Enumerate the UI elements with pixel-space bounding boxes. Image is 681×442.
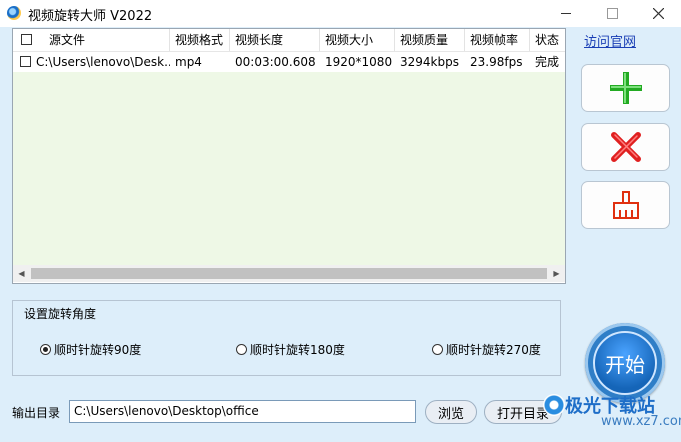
rotate-90-label: 顺时针旋转90度 <box>54 343 142 357</box>
column-header-fps[interactable]: 视频帧率 <box>465 29 530 51</box>
column-header-quality[interactable]: 视频质量 <box>395 29 465 51</box>
close-icon <box>652 8 664 19</box>
radio-90[interactable] <box>40 344 51 355</box>
close-button[interactable] <box>635 0 681 27</box>
cell-size: 1920*1080 <box>325 55 393 69</box>
rotate-270-label: 顺时针旋转270度 <box>446 343 541 357</box>
column-header-format[interactable]: 视频格式 <box>170 29 230 51</box>
app-icon <box>7 6 21 20</box>
cell-source: C:\Users\lenovo\Desk... <box>36 55 170 69</box>
add-file-button[interactable] <box>581 64 670 112</box>
cell-quality: 3294kbps <box>400 55 459 69</box>
x-icon <box>610 132 641 162</box>
cell-format: mp4 <box>175 55 202 69</box>
rotate-180-label: 顺时针旋转180度 <box>250 343 345 357</box>
column-label-source: 源文件 <box>49 33 86 47</box>
plus-icon <box>609 72 642 104</box>
minimize-button[interactable] <box>543 0 589 27</box>
watermark-url: www.xz7.com <box>601 414 681 429</box>
minimize-icon <box>561 13 571 14</box>
app-window: 视频旋转大师 V2022 源文件 视频格式 视频长度 视频大小 视频质量 视频帧… <box>0 0 681 442</box>
radio-270[interactable] <box>432 344 443 355</box>
cell-length: 00:03:00.608 <box>235 55 316 69</box>
delete-file-button[interactable] <box>581 123 670 171</box>
official-site-link[interactable]: 访问官网 <box>584 31 636 50</box>
browse-button[interactable]: 浏览 <box>425 400 477 424</box>
broom-icon <box>612 191 639 219</box>
column-header-source[interactable]: 源文件 <box>13 29 170 51</box>
column-header-length[interactable]: 视频长度 <box>230 29 320 51</box>
cell-status: 完成 <box>535 55 560 69</box>
row-checkbox[interactable] <box>20 56 31 67</box>
scroll-left-arrow-icon[interactable]: ◀ <box>13 265 30 282</box>
radio-180[interactable] <box>236 344 247 355</box>
start-button[interactable]: 开始 <box>585 323 665 403</box>
maximize-icon <box>606 8 618 19</box>
scroll-right-arrow-icon[interactable]: ▶ <box>548 265 565 282</box>
file-table: 源文件 视频格式 视频长度 视频大小 视频质量 视频帧率 状态 C:\Users… <box>12 28 566 284</box>
column-header-size[interactable]: 视频大小 <box>320 29 395 51</box>
table-empty-area <box>13 72 565 265</box>
rotation-group-title: 设置旋转角度 <box>22 305 99 322</box>
watermark-logo-icon <box>543 394 565 416</box>
rotate-180-option[interactable]: 顺时针旋转180度 <box>236 341 345 358</box>
rotate-90-option[interactable]: 顺时针旋转90度 <box>40 341 141 358</box>
output-dir-label: 输出目录 <box>12 406 61 420</box>
watermark: 极光下载站 www.xz7.com <box>543 392 681 442</box>
table-header: 源文件 视频格式 视频长度 视频大小 视频质量 视频帧率 状态 <box>13 29 565 52</box>
select-all-checkbox[interactable] <box>21 34 32 45</box>
scrollbar-thumb[interactable] <box>31 268 547 279</box>
window-title: 视频旋转大师 V2022 <box>28 9 153 24</box>
start-button-label: 开始 <box>593 331 657 395</box>
table-row[interactable]: C:\Users\lenovo\Desk... mp4 00:03:00.608… <box>13 52 565 72</box>
clear-list-button[interactable] <box>581 181 670 229</box>
horizontal-scrollbar[interactable]: ◀ ▶ <box>13 265 565 282</box>
cell-fps: 23.98fps <box>470 55 523 69</box>
column-header-status[interactable]: 状态 <box>530 29 565 51</box>
output-dir-input[interactable]: C:\Users\lenovo\Desktop\office <box>69 400 416 423</box>
maximize-button[interactable] <box>589 0 635 27</box>
rotate-270-option[interactable]: 顺时针旋转270度 <box>432 341 541 358</box>
title-bar: 视频旋转大师 V2022 <box>0 0 681 27</box>
